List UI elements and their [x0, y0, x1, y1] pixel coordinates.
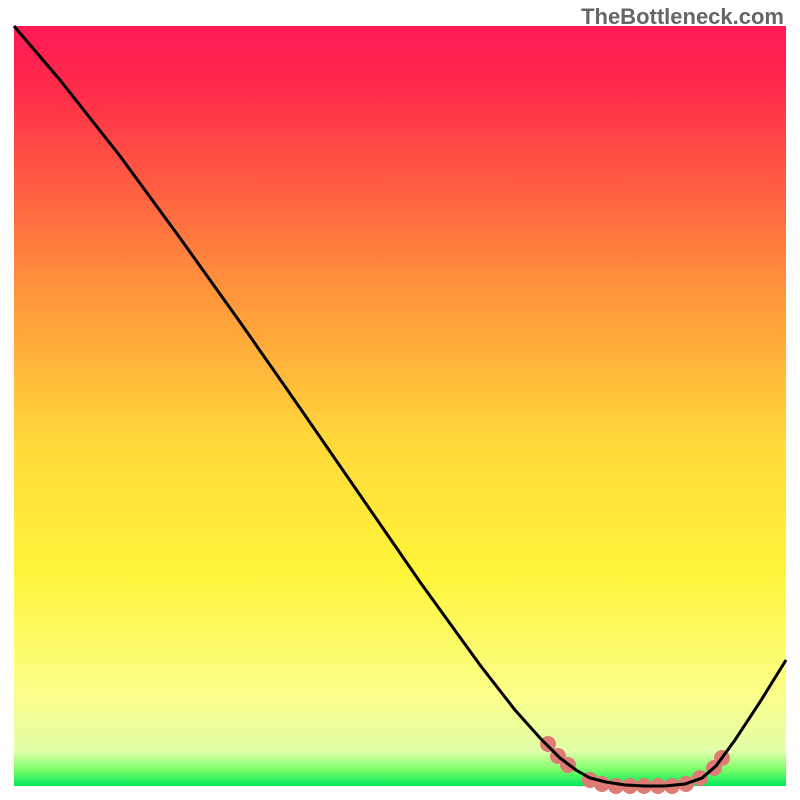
- chart-svg: [0, 0, 800, 800]
- plot-background: [14, 26, 786, 786]
- data-marker: [608, 778, 624, 794]
- watermark-text: TheBottleneck.com: [581, 4, 784, 30]
